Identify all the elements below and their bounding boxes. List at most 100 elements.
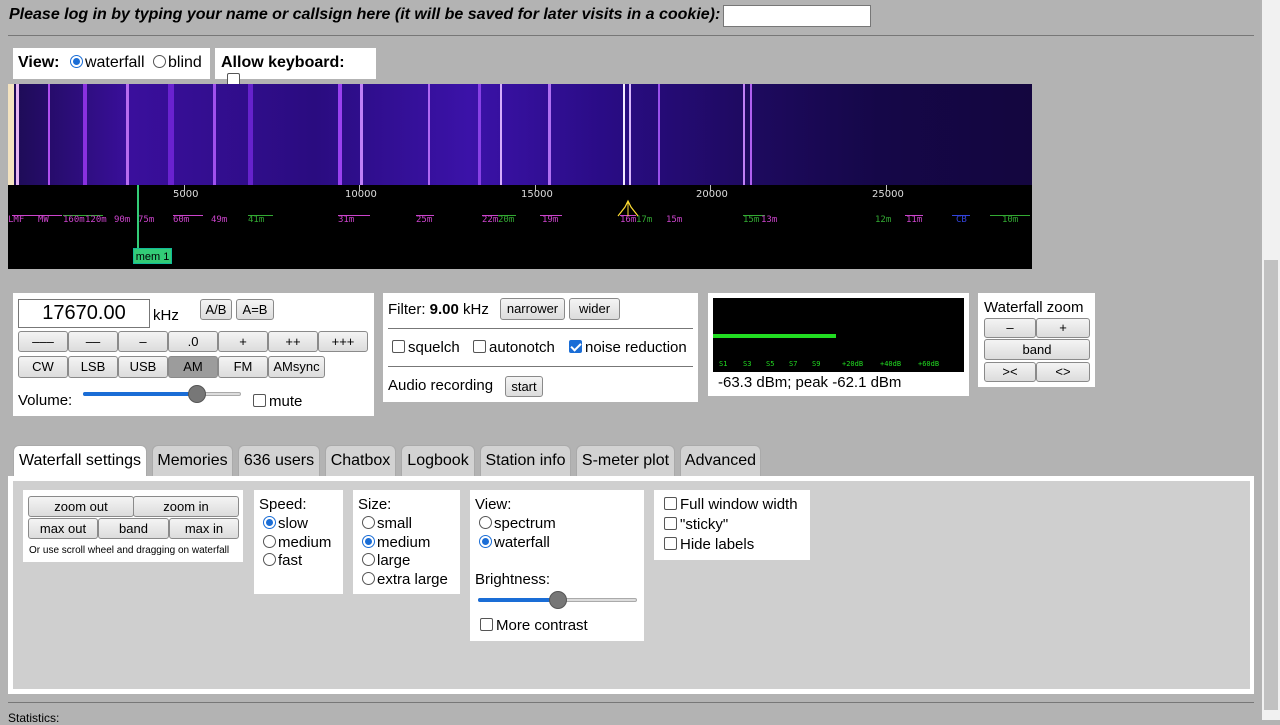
view-option-waterfall-mode[interactable]: waterfall xyxy=(479,534,550,551)
radio-icon[interactable] xyxy=(263,535,276,548)
radio-icon[interactable] xyxy=(362,553,375,566)
radio-icon[interactable] xyxy=(362,535,375,548)
login-prompt: Please log in by typing your name or cal… xyxy=(9,6,721,23)
max-out-button[interactable]: max out xyxy=(28,518,98,539)
size-option-extra-large[interactable]: extra large xyxy=(362,571,448,588)
size-option-medium[interactable]: medium xyxy=(362,534,430,551)
sticky-checkbox[interactable] xyxy=(664,517,677,530)
sticky-toggle[interactable]: "sticky" xyxy=(664,516,728,533)
zoom-band-button[interactable]: band xyxy=(984,339,1090,360)
mute-checkbox[interactable] xyxy=(253,394,266,407)
ab-button[interactable]: A/B xyxy=(200,299,232,320)
autonotch-checkbox[interactable] xyxy=(473,340,486,353)
brightness-slider-thumb[interactable] xyxy=(549,591,567,609)
noise-reduction-toggle[interactable]: noise reduction xyxy=(569,339,687,356)
mode-fm-button[interactable]: FM xyxy=(218,356,268,378)
hide-labels-toggle[interactable]: Hide labels xyxy=(664,536,754,553)
page-scrollbar-thumb[interactable] xyxy=(1264,260,1278,710)
wider-button[interactable]: wider xyxy=(569,298,620,320)
band-label: 49m xyxy=(211,215,228,225)
radio-icon[interactable] xyxy=(263,516,276,529)
a-equals-b-button[interactable]: A=B xyxy=(236,299,274,320)
radio-icon[interactable] xyxy=(362,516,375,529)
zoom-out-button[interactable]: zoom out xyxy=(28,496,134,517)
scale-tick-label: 20000 xyxy=(696,189,728,200)
view-option-waterfall[interactable]: waterfall xyxy=(69,54,149,71)
smeter-bar xyxy=(713,334,836,338)
smeter-scale-label: S7 xyxy=(789,360,798,368)
full-window-width-toggle[interactable]: Full window width xyxy=(664,496,798,513)
band-label: 25m xyxy=(416,215,433,225)
volume-slider-thumb[interactable] xyxy=(188,385,206,403)
tab-smeter-plot[interactable]: S-meter plot xyxy=(576,445,675,476)
radio-icon[interactable] xyxy=(152,55,166,68)
zoom-minus-button[interactable]: – xyxy=(984,318,1036,338)
max-in-button[interactable]: max in xyxy=(169,518,239,539)
mode-cw-button[interactable]: CW xyxy=(18,356,68,378)
size-option-small[interactable]: small xyxy=(362,515,412,532)
band-label: 60m xyxy=(173,215,190,225)
radio-icon[interactable] xyxy=(69,55,83,68)
noise-reduction-checkbox[interactable] xyxy=(569,340,582,353)
squelch-checkbox[interactable] xyxy=(392,340,405,353)
full-window-width-checkbox[interactable] xyxy=(664,497,677,510)
view-label: View: xyxy=(18,54,60,71)
tab-waterfall-settings[interactable]: Waterfall settings xyxy=(13,445,147,478)
speed-label: Speed: xyxy=(259,496,307,513)
size-label: Size: xyxy=(358,496,392,513)
tab-users[interactable]: 636 users xyxy=(238,445,320,476)
callsign-input[interactable] xyxy=(723,5,871,27)
passband-marker-icon[interactable] xyxy=(616,199,640,217)
step-up-2-button[interactable]: ++ xyxy=(268,331,318,352)
band-label: LMF xyxy=(8,215,25,225)
speed-option-fast[interactable]: fast xyxy=(263,552,302,569)
tab-chatbox[interactable]: Chatbox xyxy=(325,445,396,476)
zoom-expand-button[interactable]: <> xyxy=(1036,362,1090,382)
tab-logbook[interactable]: Logbook xyxy=(401,445,475,476)
mode-am-button[interactable]: AM xyxy=(168,356,218,378)
view-selector: View: waterfall blind xyxy=(13,48,210,79)
start-recording-button[interactable]: start xyxy=(505,376,543,397)
scale-tick-label: 10000 xyxy=(345,189,377,200)
band-button[interactable]: band xyxy=(98,518,169,539)
view-option-blind[interactable]: blind xyxy=(152,54,202,71)
more-contrast-checkbox[interactable] xyxy=(480,618,493,631)
speed-option-slow[interactable]: slow xyxy=(263,515,308,532)
view-option-spectrum[interactable]: spectrum xyxy=(479,515,556,532)
scale-tick-label: 25000 xyxy=(872,189,904,200)
step-down-2-button[interactable]: –– xyxy=(68,331,118,352)
radio-icon[interactable] xyxy=(479,516,492,529)
memory-marker[interactable]: mem 1 xyxy=(133,248,172,264)
narrower-button[interactable]: narrower xyxy=(500,298,565,320)
radio-icon[interactable] xyxy=(362,572,375,585)
step-up-1-button[interactable]: + xyxy=(218,331,268,352)
size-option-large[interactable]: large xyxy=(362,552,410,569)
autonotch-toggle[interactable]: autonotch xyxy=(473,339,555,356)
radio-icon[interactable] xyxy=(479,535,492,548)
tab-station-info[interactable]: Station info xyxy=(480,445,571,476)
view-mode-label: View: xyxy=(475,496,512,513)
speed-option-medium[interactable]: medium xyxy=(263,534,331,551)
step-down-3-button[interactable]: ––– xyxy=(18,331,68,352)
squelch-toggle[interactable]: squelch xyxy=(392,339,460,356)
more-contrast-toggle[interactable]: More contrast xyxy=(480,617,588,634)
mode-amsync-button[interactable]: AMsync xyxy=(268,356,325,378)
waterfall-display[interactable] xyxy=(8,84,1032,185)
mute-toggle[interactable]: mute xyxy=(253,393,302,410)
step-down-1-button[interactable]: – xyxy=(118,331,168,352)
mode-lsb-button[interactable]: LSB xyxy=(68,356,118,378)
round-button[interactable]: .0 xyxy=(168,331,218,352)
tab-memories[interactable]: Memories xyxy=(152,445,233,476)
band-label: 10m xyxy=(1002,215,1019,225)
zoom-plus-button[interactable]: + xyxy=(1036,318,1090,338)
radio-icon[interactable] xyxy=(263,553,276,566)
frequency-input[interactable]: 17670.00 xyxy=(18,299,150,328)
hide-labels-checkbox[interactable] xyxy=(664,537,677,550)
zoom-in-button[interactable]: zoom in xyxy=(133,496,239,517)
mode-usb-button[interactable]: USB xyxy=(118,356,168,378)
zoom-center-button[interactable]: >< xyxy=(984,362,1036,382)
smeter-scale-label: +60dB xyxy=(918,360,940,368)
step-up-3-button[interactable]: +++ xyxy=(318,331,368,352)
tab-advanced[interactable]: Advanced xyxy=(680,445,761,476)
band-label: MW xyxy=(38,215,49,225)
